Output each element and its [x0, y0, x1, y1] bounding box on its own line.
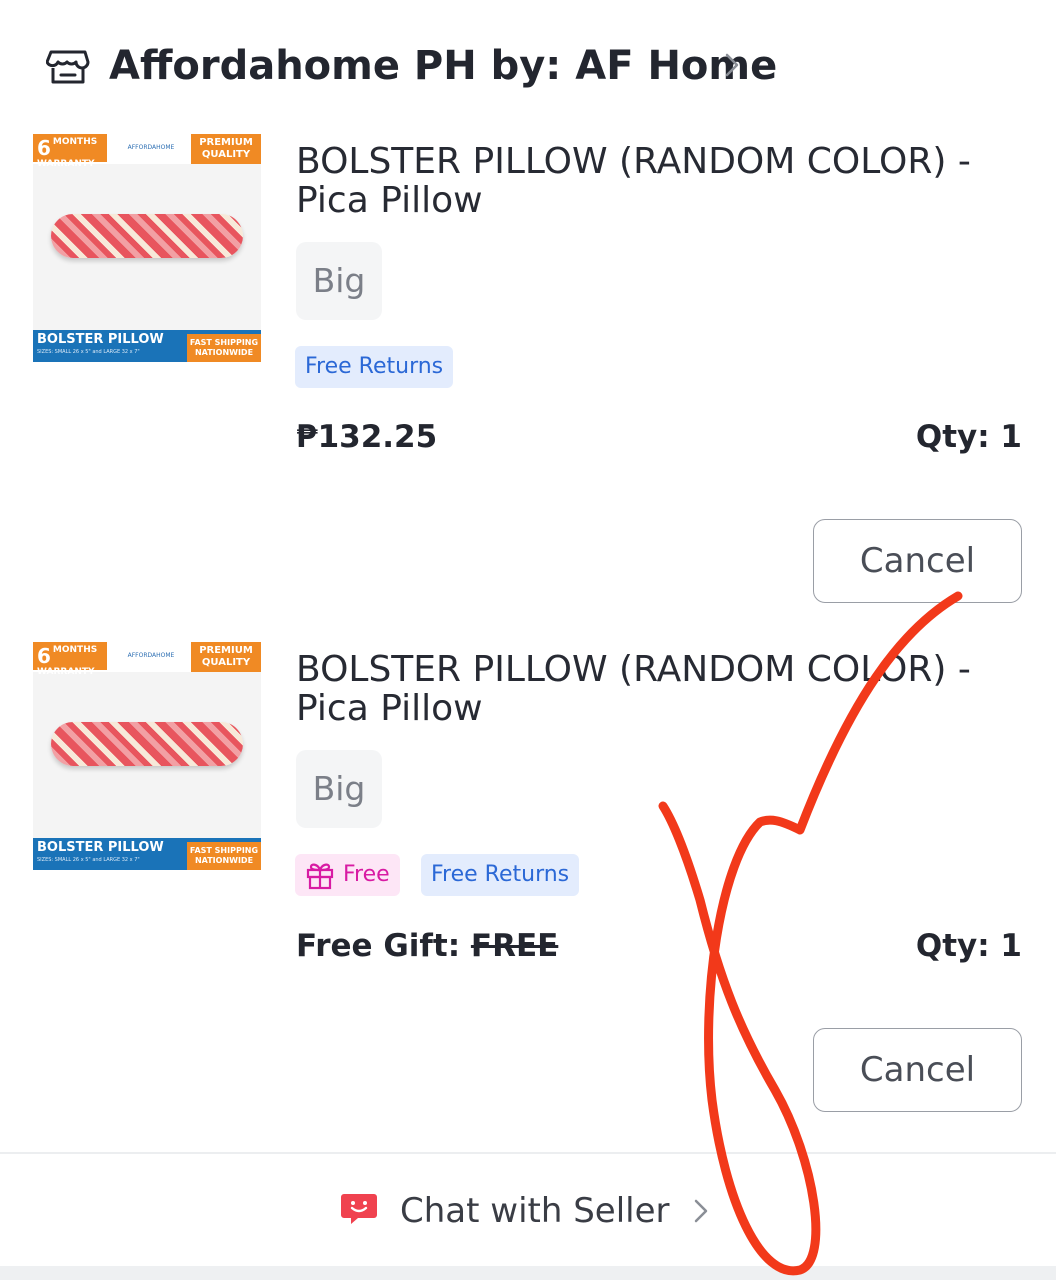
free-gift-tag-label: Free	[343, 862, 390, 887]
image-sizes: SIZES: SMALL 26 x 5" and LARGE 32 x 7"	[37, 349, 140, 355]
cancel-button[interactable]: Cancel	[813, 519, 1022, 603]
image-label: BOLSTER PILLOW	[37, 332, 164, 347]
image-sizes: SIZES: SMALL 26 x 5" and LARGE 32 x 7"	[37, 857, 140, 863]
quantity: Qty: 1	[915, 928, 1022, 964]
store-name[interactable]: Affordahome PH by: AF Home	[109, 38, 777, 94]
variant-chip: Big	[296, 242, 382, 320]
store-header[interactable]: Affordahome PH by: AF Home	[0, 0, 1056, 125]
chat-with-seller-label[interactable]: Chat with Seller	[400, 1188, 670, 1234]
free-gift-tag: Free	[295, 854, 400, 896]
image-label: BOLSTER PILLOW	[37, 840, 164, 855]
quantity: Qty: 1	[915, 419, 1022, 455]
product-title[interactable]: BOLSTER PILLOW (RANDOM COLOR) - Pica Pil…	[296, 142, 1026, 220]
warranty-badge: 6 MONTHS WARRANTY	[33, 134, 107, 169]
chevron-right-icon[interactable]	[722, 50, 742, 80]
bottom-strip	[0, 1266, 1056, 1280]
pillow-graphic	[51, 214, 243, 258]
product-title[interactable]: BOLSTER PILLOW (RANDOM COLOR) - Pica Pil…	[296, 650, 1026, 728]
chevron-right-icon[interactable]	[692, 1196, 710, 1226]
quality-badge: PREMIUM QUALITY	[191, 642, 261, 672]
store-icon	[46, 50, 90, 84]
product-image[interactable]: 6 MONTHS WARRANTY AFFORDAHOME PREMIUM QUA…	[33, 134, 261, 362]
chat-smile-icon	[341, 1194, 377, 1224]
free-returns-tag: Free Returns	[295, 346, 454, 388]
brand-logo: AFFORDAHOME	[127, 144, 175, 151]
product-image[interactable]: 6 MONTHS WARRANTY AFFORDAHOME PREMIUM QUA…	[33, 642, 261, 870]
shipping-badge: FAST SHIPPING NATIONWIDE	[187, 334, 261, 362]
cancel-button[interactable]: Cancel	[813, 1028, 1022, 1112]
brand-logo: AFFORDAHOME	[127, 652, 175, 659]
product-price: ₱132.25	[296, 419, 438, 455]
free-returns-tag: Free Returns	[421, 854, 580, 896]
struck-price: FREE	[470, 928, 559, 964]
warranty-badge: 6 MONTHS WARRANTY	[33, 642, 107, 677]
variant-chip: Big	[296, 750, 382, 828]
quality-badge: PREMIUM QUALITY	[191, 134, 261, 164]
shipping-badge: FAST SHIPPING NATIONWIDE	[187, 842, 261, 870]
free-gift-label: Free Gift:	[296, 928, 471, 964]
product-price: Free Gift: FREE	[296, 926, 558, 966]
gift-icon	[306, 863, 334, 890]
pillow-graphic	[51, 722, 243, 766]
